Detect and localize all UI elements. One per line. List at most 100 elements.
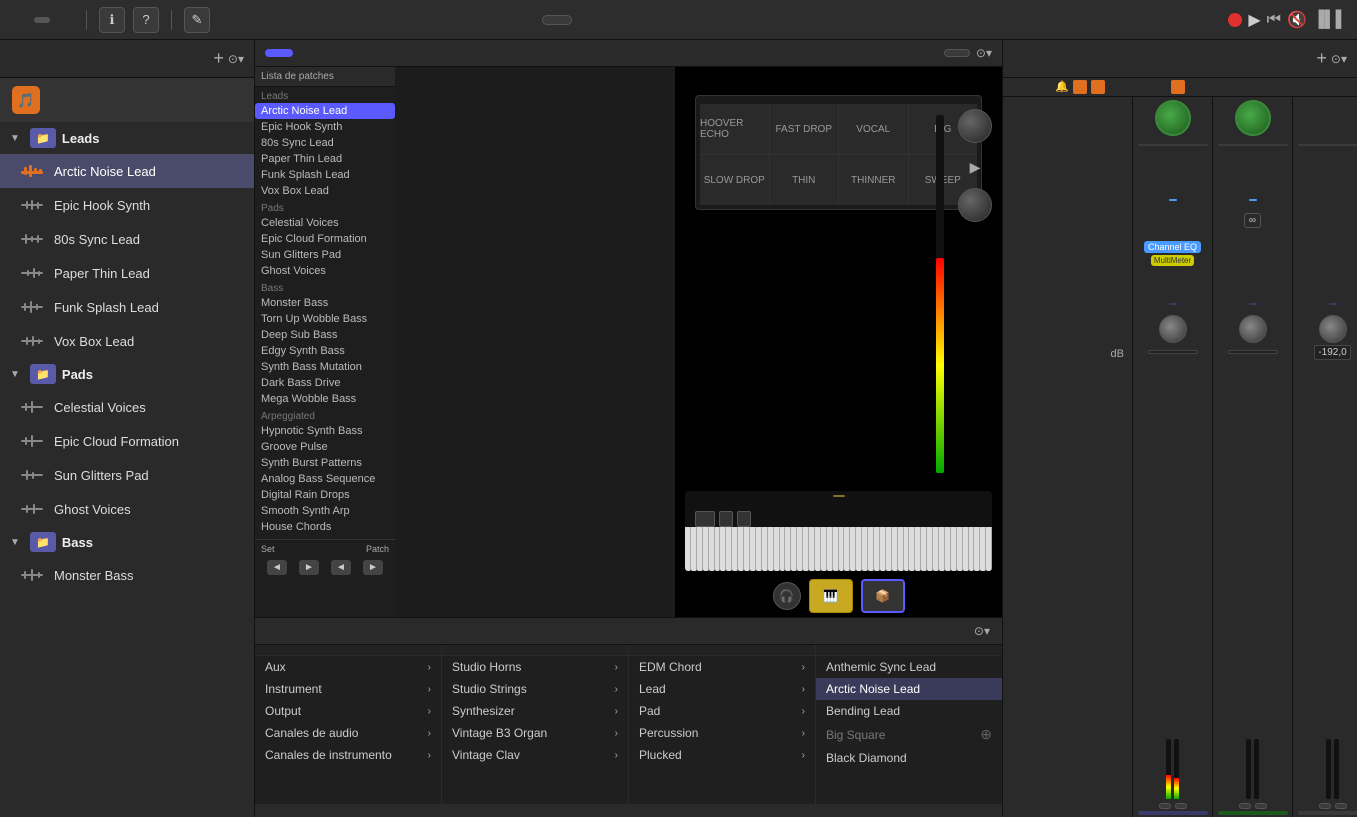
patch-item-funksplash[interactable]: Funk Splash Lead [0, 290, 254, 324]
adj-canaudio[interactable]: Canales de audio› [255, 722, 441, 744]
piano-white-key[interactable] [768, 527, 774, 571]
inner-patch-voxbox[interactable]: Vox Box Lead [255, 183, 395, 199]
transform-cell-fastdrop[interactable]: FAST DROP [770, 104, 839, 154]
edit-btn[interactable] [34, 17, 50, 23]
adj-aux[interactable]: Aux› [255, 656, 441, 678]
piano-white-key[interactable] [762, 527, 768, 571]
inner-patch-mega[interactable]: Mega Wobble Bass [255, 391, 395, 407]
adj-percussion[interactable]: Percussion› [629, 722, 815, 744]
piano-white-key[interactable] [691, 527, 697, 571]
inner-patch-80s[interactable]: 80s Sync Lead [255, 135, 395, 151]
inner-patch-paperthin[interactable]: Paper Thin Lead [255, 151, 395, 167]
ch3-mute-btn[interactable] [1319, 803, 1331, 809]
inner-patch-sunglitters[interactable]: Sun Glitters Pad [255, 247, 395, 263]
piano-white-key[interactable] [951, 527, 957, 571]
piano-white-key[interactable] [963, 527, 969, 571]
transform-cell-thin[interactable]: THIN [770, 155, 839, 205]
assign-btn[interactable] [944, 49, 970, 57]
adj-bending[interactable]: Bending Lead [816, 700, 1002, 722]
piano-white-key[interactable] [898, 527, 904, 571]
ch1-pan-knob[interactable] [1159, 315, 1187, 343]
inner-patch-edgy[interactable]: Edgy Synth Bass [255, 343, 395, 359]
reverb-knob[interactable] [958, 188, 992, 222]
piano-white-key[interactable] [892, 527, 898, 571]
orange-icon-2[interactable] [1091, 80, 1105, 94]
headphones-icon[interactable]: 🎧 [773, 582, 801, 610]
adj-synthesizer[interactable]: Synthesizer› [442, 700, 628, 722]
piano-white-key[interactable] [774, 527, 780, 571]
transform-cell-thinner[interactable]: THINNER [839, 155, 908, 205]
orange-icon-3[interactable] [1171, 80, 1185, 94]
adj-attributes-header[interactable] [442, 645, 628, 656]
ch1-expression-knob[interactable] [1155, 100, 1191, 136]
info-btn[interactable]: ℹ [99, 7, 125, 33]
adj-output[interactable]: Output› [255, 700, 441, 722]
patch-item-celestial[interactable]: Celestial Voices [0, 390, 254, 424]
patch-item-monsterbass[interactable]: Monster Bass [0, 558, 254, 592]
inner-patch-synthbass[interactable]: Synth Bass Mutation [255, 359, 395, 375]
ch2-solo-btn[interactable] [1255, 803, 1267, 809]
adj-anthemic[interactable]: Anthemic Sync Lead [816, 656, 1002, 678]
inner-patch-smooth[interactable]: Smooth Synth Arp [255, 503, 395, 519]
ch2-expression-knob[interactable] [1235, 100, 1271, 136]
adj-instrument[interactable]: Instrument› [255, 678, 441, 700]
play-btn[interactable]: ▶ [1248, 10, 1260, 30]
ch1-multimeter-btn[interactable]: MultiMeter [1151, 255, 1194, 266]
adj-edmchord[interactable]: EDM Chord› [629, 656, 815, 678]
patch-item-sunglitters[interactable]: Sun Glitters Pad [0, 458, 254, 492]
sidebar-add-btn[interactable]: + [213, 48, 224, 69]
ch1-db-val[interactable] [1148, 350, 1198, 354]
adj-pad[interactable]: Pad› [629, 700, 815, 722]
piano-white-key[interactable] [827, 527, 833, 571]
tab-assignments[interactable] [299, 49, 327, 57]
adj-studiohorns[interactable]: Studio Horns› [442, 656, 628, 678]
adjustments-opts-btn[interactable]: ⊙▾ [974, 624, 990, 638]
transform-cell-vocal[interactable]: VOCAL [839, 104, 908, 154]
piano-white-key[interactable] [939, 527, 945, 571]
adj-bigsquare[interactable]: Big Square ⊕ [816, 722, 1002, 747]
canales-add-btn[interactable]: + [1316, 48, 1327, 69]
delay-knob[interactable] [958, 109, 992, 143]
piano-white-key[interactable] [957, 527, 963, 571]
piano-white-key[interactable] [697, 527, 703, 571]
patch-item-epichook[interactable]: Epic Hook Synth [0, 188, 254, 222]
orange-icon-1[interactable] [1073, 80, 1087, 94]
transform-cell-slowdrop[interactable]: SLOW DROP [700, 155, 769, 205]
mute-btn[interactable]: 🔇 [1287, 10, 1307, 30]
bell-icon-1[interactable]: 🔔 [1055, 80, 1069, 94]
adj-bigsquare-add-icon[interactable]: ⊕ [980, 726, 992, 743]
inner-prev-set[interactable]: ◄ [267, 560, 287, 575]
ch1-channeleq-btn[interactable]: Channel EQ [1144, 241, 1201, 253]
ch2-pan-knob[interactable] [1239, 315, 1267, 343]
piano-white-key[interactable] [815, 527, 821, 571]
piano-white-key[interactable] [703, 527, 709, 571]
next-arrow-icon[interactable]: ▶ [970, 159, 981, 175]
canales-opts-btn[interactable]: ⊙▾ [1331, 48, 1347, 69]
patch-item-arctic[interactable]: Arctic Noise Lead [0, 154, 254, 188]
inner-patch-celestial[interactable]: Celestial Voices [255, 215, 395, 231]
inner-patch-arctic[interactable]: Arctic Noise Lead [255, 103, 395, 119]
inner-patch-analogbass[interactable]: Analog Bass Sequence [255, 471, 395, 487]
ch3-output-btn[interactable] [1329, 303, 1337, 305]
inner-prev-patch[interactable]: ◄ [331, 560, 351, 575]
piano-white-key[interactable] [880, 527, 886, 571]
inner-patch-monsterbass[interactable]: Monster Bass [255, 295, 395, 311]
sidebar-opts-btn[interactable]: ⊙▾ [228, 52, 244, 66]
piano-white-key[interactable] [821, 527, 827, 571]
adj-notes-header[interactable] [816, 645, 1002, 656]
inner-patch-epichook[interactable]: Epic Hook Synth [255, 119, 395, 135]
inner-patch-deepsubb[interactable]: Deep Sub Bass [255, 327, 395, 343]
rewind-btn[interactable]: ⏮ [1267, 11, 1281, 29]
piano-ctrl-2[interactable] [719, 511, 733, 527]
layout-btn[interactable] [10, 17, 26, 23]
adj-caninstr[interactable]: Canales de instrumento› [255, 744, 441, 766]
piano-white-key[interactable] [709, 527, 715, 571]
record-btn[interactable] [1228, 13, 1242, 27]
sidebar-folder-bass[interactable]: ▼ 📁 Bass [0, 526, 254, 558]
ch1-alchemy-btn[interactable] [1169, 199, 1177, 201]
inner-patch-darkbass[interactable]: Dark Bass Drive [255, 375, 395, 391]
mixer-btn[interactable]: ▐▌▌ [1313, 11, 1347, 29]
patch-item-80s[interactable]: 80s Sync Lead [0, 222, 254, 256]
piano-ctrl-1[interactable] [695, 511, 715, 527]
piano-ctrl-3[interactable] [737, 511, 751, 527]
